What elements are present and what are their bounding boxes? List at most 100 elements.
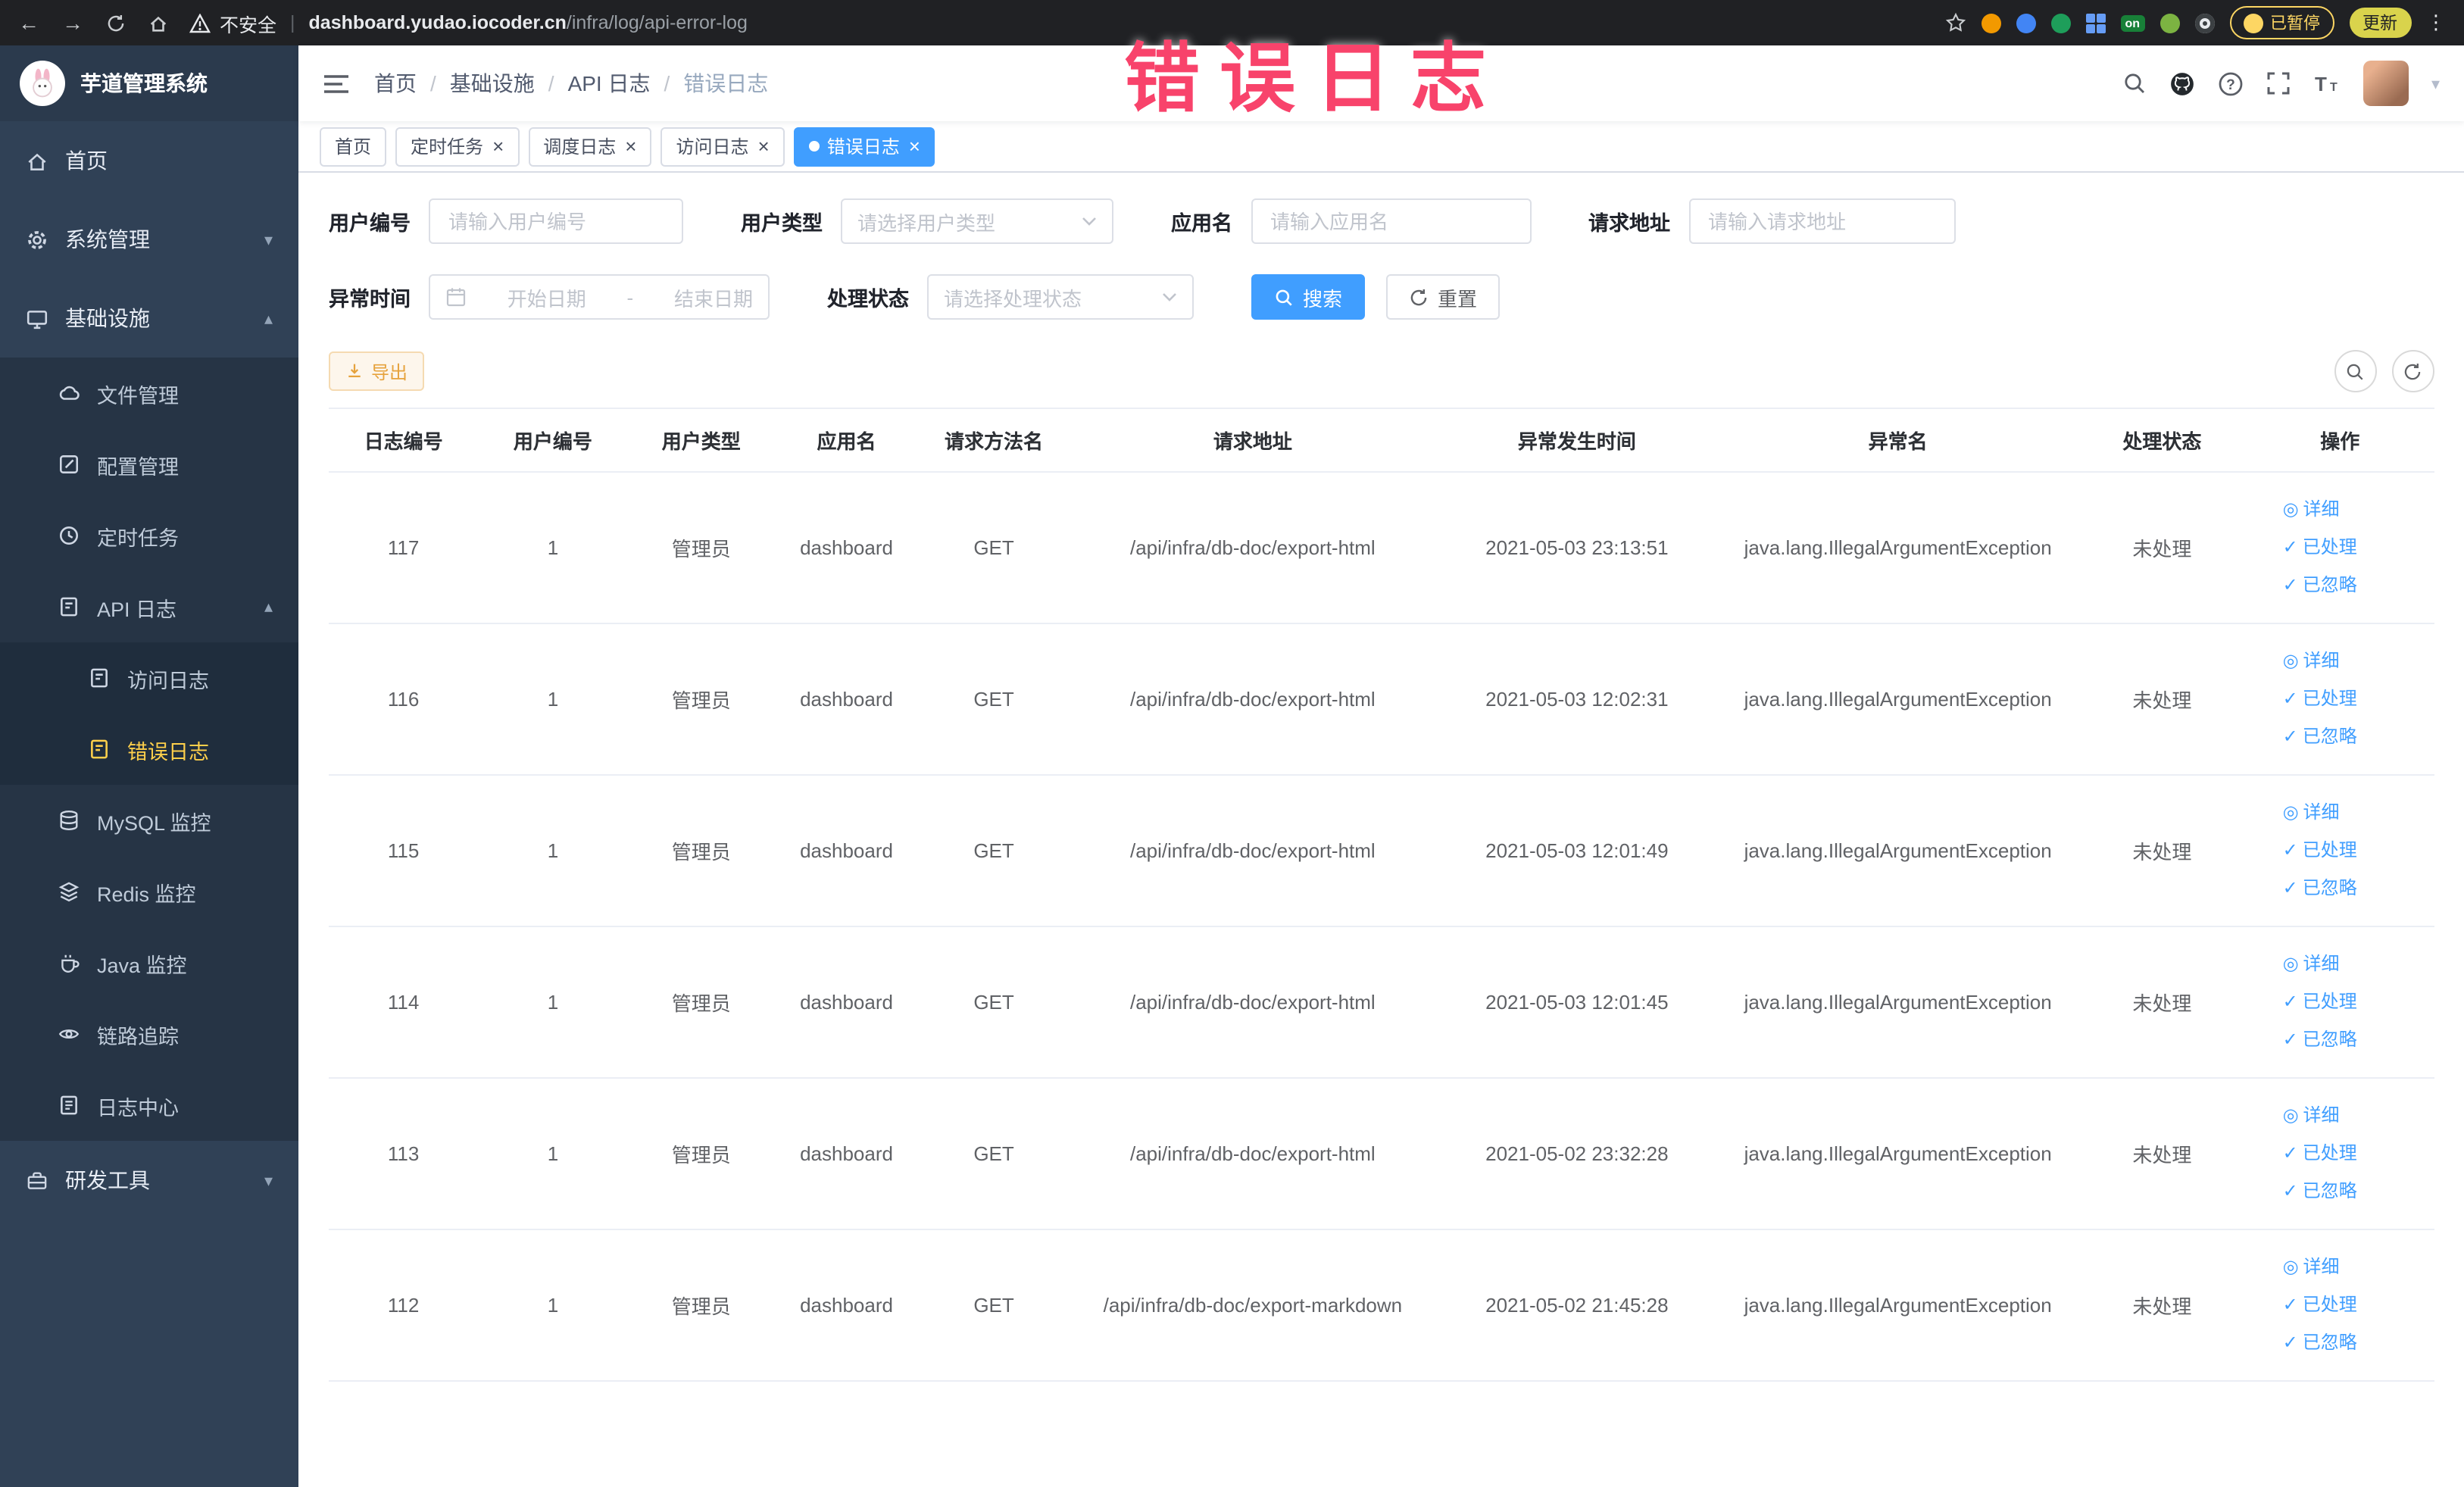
sidebar-item-dev-tools[interactable]: 研发工具 ▾: [0, 1141, 298, 1220]
bookmark-star-icon[interactable]: [1944, 12, 1966, 33]
user-avatar[interactable]: [2363, 61, 2409, 106]
breadcrumb-home[interactable]: 首页: [374, 68, 417, 98]
page-url[interactable]: dashboard.yudao.iocoder.cn/infra/log/api…: [309, 12, 748, 33]
refresh-table-button[interactable]: [2391, 350, 2434, 392]
sidebar-item-mysql-monitor[interactable]: MySQL 监控: [0, 785, 298, 856]
tab-close-icon[interactable]: ×: [758, 136, 770, 156]
processed-link[interactable]: ✓ 已处理: [2283, 1135, 2428, 1173]
browser-update-button[interactable]: 更新: [2349, 8, 2411, 38]
user-type-select[interactable]: 请选择用户类型: [841, 198, 1113, 244]
browser-menu-icon[interactable]: ⋮: [2426, 11, 2446, 35]
processed-link[interactable]: ✓ 已处理: [2283, 832, 2428, 870]
extension-leaf-icon[interactable]: [2160, 13, 2179, 33]
processed-link[interactable]: ✓ 已处理: [2283, 1286, 2428, 1324]
start-date-placeholder: 开始日期: [507, 287, 586, 310]
chevron-down-icon: ▾: [264, 1172, 273, 1190]
processed-link[interactable]: ✓ 已处理: [2283, 529, 2428, 567]
sidebar-item-error-log[interactable]: 错误日志: [0, 714, 298, 785]
breadcrumb-api-logs[interactable]: API 日志: [568, 68, 651, 98]
ignored-link[interactable]: ✓ 已忽略: [2283, 1173, 2428, 1211]
detail-link[interactable]: ◎ 详细: [2283, 642, 2428, 680]
cell-app-name: dashboard: [775, 472, 919, 624]
ignored-link[interactable]: ✓ 已忽略: [2283, 1324, 2428, 1362]
process-status-select[interactable]: 请选择处理状态: [927, 274, 1194, 320]
tab-scheduler-log[interactable]: 调度日志 ×: [528, 127, 652, 166]
processed-link[interactable]: ✓ 已处理: [2283, 983, 2428, 1021]
security-warning[interactable]: 不安全: [189, 8, 276, 37]
github-icon[interactable]: [2169, 70, 2195, 96]
sidebar-item-scheduled-jobs[interactable]: 定时任务: [0, 500, 298, 571]
cell-status: 未处理: [2078, 926, 2247, 1079]
extension-blue-icon[interactable]: [2016, 13, 2036, 33]
cell-time: 2021-05-03 12:01:49: [1435, 775, 1719, 927]
column-header: 用户类型: [627, 408, 776, 473]
filter-user-type: 用户类型 请选择用户类型: [741, 198, 1113, 244]
detail-link[interactable]: ◎ 详细: [2283, 945, 2428, 983]
forward-icon[interactable]: →: [62, 11, 83, 35]
cell-user-id: 1: [478, 775, 628, 927]
detail-link[interactable]: ◎ 详细: [2283, 1097, 2428, 1135]
cell-log-id: 116: [329, 623, 479, 776]
sidebar-item-redis-monitor[interactable]: Redis 监控: [0, 856, 298, 927]
sidebar-item-trace[interactable]: 链路追踪: [0, 998, 298, 1070]
reload-icon[interactable]: [106, 13, 126, 33]
font-size-icon[interactable]: TT: [2313, 71, 2341, 95]
ignored-link[interactable]: ✓ 已忽略: [2283, 870, 2428, 908]
reset-button[interactable]: 重置: [1386, 274, 1501, 320]
request-url-input[interactable]: [1688, 198, 1955, 244]
date-separator: -: [626, 286, 634, 308]
tab-error-log[interactable]: 错误日志 ×: [793, 127, 935, 166]
sidebar-item-access-log[interactable]: 访问日志: [0, 642, 298, 714]
chevron-down-icon: ▾: [264, 231, 273, 249]
exception-time-range-picker[interactable]: 开始日期 - 结束日期: [429, 274, 770, 320]
extension-on-badge[interactable]: on: [2120, 14, 2144, 31]
detail-link[interactable]: ◎ 详细: [2283, 1248, 2428, 1286]
toggle-search-button[interactable]: [2334, 350, 2376, 392]
search-icon[interactable]: [2122, 71, 2147, 95]
cell-actions: ◎ 详细 ✓ 已处理 ✓ 已忽略: [2246, 623, 2434, 776]
sidebar-item-home[interactable]: 首页: [0, 121, 298, 200]
profile-paused-badge[interactable]: 已暂停: [2229, 6, 2334, 39]
extension-orange-icon[interactable]: [1981, 13, 2001, 33]
ignored-link[interactable]: ✓ 已忽略: [2283, 1021, 2428, 1059]
eye-icon: ◎: [2282, 498, 2299, 520]
caret-down-icon[interactable]: ▾: [2431, 73, 2440, 93]
extension-grid-icon[interactable]: [2085, 13, 2106, 33]
search-icon: [1276, 289, 1292, 305]
detail-link[interactable]: ◎ 详细: [2283, 491, 2428, 529]
sidebar-item-system-mgmt[interactable]: 系统管理 ▾: [0, 200, 298, 279]
extension-green-icon[interactable]: [2050, 13, 2071, 33]
chevron-down-icon: [1162, 292, 1177, 301]
tab-close-icon[interactable]: ×: [625, 136, 636, 156]
fullscreen-icon[interactable]: [2266, 71, 2291, 95]
help-icon[interactable]: ?: [2218, 70, 2244, 96]
detail-link[interactable]: ◎ 详细: [2283, 794, 2428, 832]
gear-icon: [26, 228, 48, 251]
home-icon[interactable]: [148, 13, 168, 33]
breadcrumb-infrastructure[interactable]: 基础设施: [450, 68, 535, 98]
ignored-link[interactable]: ✓ 已忽略: [2283, 567, 2428, 604]
ignored-link[interactable]: ✓ 已忽略: [2283, 718, 2428, 756]
tab-access-log[interactable]: 访问日志 ×: [661, 127, 785, 166]
export-button[interactable]: 导出: [329, 351, 425, 391]
sidebar-item-infrastructure[interactable]: 基础设施 ▴: [0, 279, 298, 358]
sidebar-item-java-monitor[interactable]: Java 监控: [0, 927, 298, 998]
sidebar-item-log-center[interactable]: 日志中心: [0, 1070, 298, 1141]
search-button[interactable]: 搜索: [1251, 274, 1366, 320]
sidebar-item-api-logs[interactable]: API 日志 ▴: [0, 571, 298, 642]
sidebar-item-config-mgmt[interactable]: 配置管理: [0, 429, 298, 500]
tab-scheduled-jobs[interactable]: 定时任务 ×: [395, 127, 520, 166]
processed-link[interactable]: ✓ 已处理: [2283, 680, 2428, 718]
hamburger-icon[interactable]: [323, 72, 350, 95]
sidebar-item-file-mgmt[interactable]: 文件管理: [0, 358, 298, 429]
user-id-input[interactable]: [429, 198, 683, 244]
back-icon[interactable]: ←: [18, 11, 39, 35]
extension-paw-icon[interactable]: [2194, 13, 2214, 33]
refresh-icon: [2404, 362, 2421, 380]
address-bar[interactable]: 不安全 | dashboard.yudao.iocoder.cn/infra/l…: [189, 8, 1923, 37]
tab-close-icon[interactable]: ×: [492, 136, 504, 156]
tab-close-icon[interactable]: ×: [909, 136, 920, 156]
tab-home[interactable]: 首页: [320, 127, 387, 166]
database-icon: [58, 809, 80, 832]
app-name-input[interactable]: [1251, 198, 1531, 244]
